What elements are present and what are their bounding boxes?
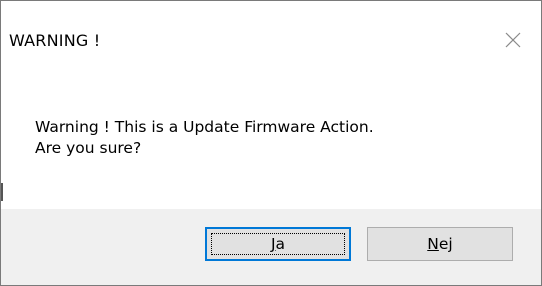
dialog-content: Warning ! This is a Update Firmware Acti… bbox=[1, 63, 541, 211]
message-line-1: Warning ! This is a Update Firmware Acti… bbox=[35, 118, 374, 136]
close-button[interactable] bbox=[485, 23, 541, 57]
no-button[interactable]: Nej bbox=[367, 227, 513, 261]
no-accelerator: N bbox=[427, 235, 439, 253]
window-edge bbox=[1, 183, 3, 201]
dialog-title: WARNING ! bbox=[9, 31, 101, 50]
close-icon bbox=[505, 32, 521, 48]
no-button-label: Nej bbox=[427, 235, 452, 253]
message-line-2: Are you sure? bbox=[35, 139, 142, 157]
dialog-message: Warning ! This is a Update Firmware Acti… bbox=[35, 117, 374, 159]
no-label-rest: ej bbox=[438, 235, 453, 253]
yes-button-label: Ja bbox=[271, 235, 285, 253]
title-bar: WARNING ! bbox=[1, 1, 541, 63]
yes-button[interactable]: Ja bbox=[205, 227, 351, 261]
warning-dialog: WARNING ! Warning ! This is a Update Fir… bbox=[0, 0, 542, 286]
yes-label-rest: a bbox=[275, 235, 286, 253]
dialog-footer: Ja Nej bbox=[1, 209, 541, 285]
